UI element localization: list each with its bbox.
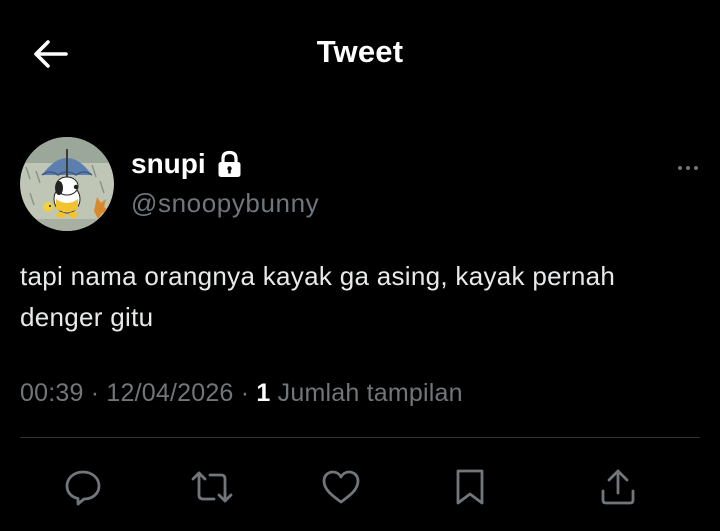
meta-separator: · [90, 379, 100, 407]
bookmark-button[interactable] [445, 462, 495, 512]
more-options-button[interactable] [672, 158, 704, 178]
tweet-meta: 00:39 · 12/04/2026 · 1 Jumlah tampilan [20, 379, 463, 408]
tweet-text: tapi nama orangnya kayak ga asing, kayak… [20, 261, 616, 332]
divider [20, 437, 700, 438]
avatar-image [20, 137, 114, 231]
avatar[interactable] [20, 137, 114, 231]
tweet-date: 12/04/2026 [106, 379, 234, 407]
user-name-row: snupi [131, 148, 243, 180]
tweet-time: 00:39 [20, 379, 84, 407]
top-bar: Tweet [0, 0, 720, 108]
retweet-icon [191, 471, 233, 503]
action-bar [0, 462, 720, 512]
reply-button[interactable] [58, 462, 108, 512]
retweet-button[interactable] [187, 462, 237, 512]
display-name[interactable]: snupi [131, 148, 206, 180]
views-label[interactable]: Jumlah tampilan [278, 379, 463, 407]
like-button[interactable] [316, 462, 366, 512]
bookmark-icon [456, 469, 484, 505]
meta-separator: · [240, 379, 250, 407]
reply-icon [65, 470, 101, 506]
lock-icon [216, 150, 243, 179]
user-handle[interactable]: @snoopybunny [131, 188, 319, 219]
share-icon [601, 469, 635, 505]
page-title: Tweet [316, 34, 404, 69]
ellipsis-icon [678, 166, 682, 170]
views-count[interactable]: 1 [256, 379, 270, 407]
share-button[interactable] [593, 462, 643, 512]
heart-icon [322, 470, 360, 504]
